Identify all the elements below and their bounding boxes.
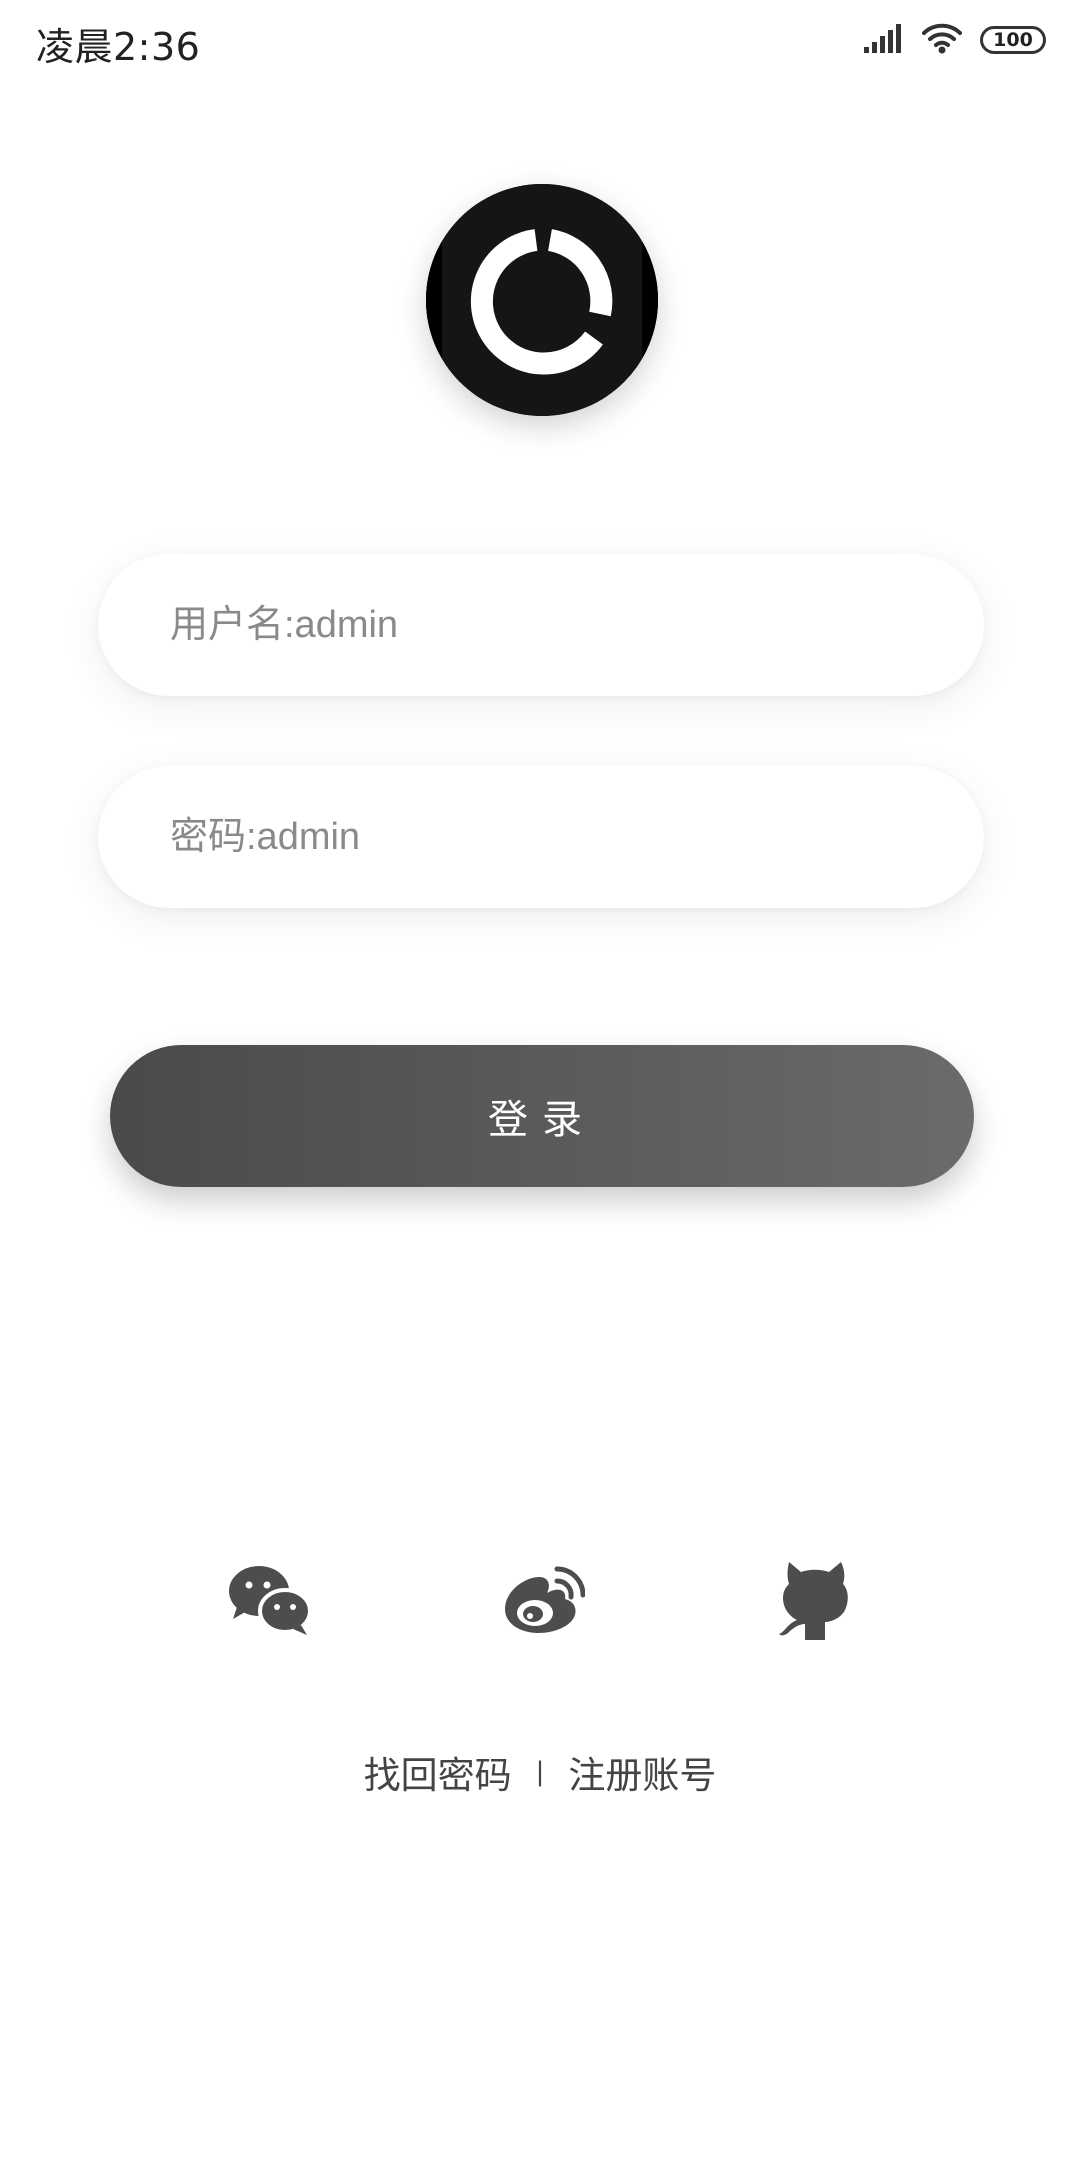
login-button[interactable]: 登录 — [110, 1045, 974, 1187]
login-screen: 凌晨2:36 100 用户名:admin 登录 找回密码 | 注册账号 — [0, 0, 1080, 2160]
wifi-icon — [922, 22, 962, 58]
username-field-container — [98, 554, 984, 696]
signal-icon — [864, 23, 904, 57]
password-input[interactable] — [170, 766, 930, 908]
status-icons: 100 — [864, 20, 1046, 60]
wechat-icon — [229, 1566, 311, 1635]
weibo-login-button[interactable] — [497, 1555, 587, 1645]
github-login-button[interactable] — [770, 1555, 860, 1645]
status-bar: 凌晨2:36 100 — [0, 0, 1080, 80]
username-input[interactable] — [170, 554, 930, 696]
wechat-login-button[interactable] — [224, 1555, 314, 1645]
weibo-icon — [505, 1566, 585, 1633]
status-time: 凌晨2:36 — [36, 25, 201, 69]
register-link[interactable]: 注册账号 — [568, 1745, 716, 1799]
github-icon — [779, 1562, 848, 1640]
app-logo — [426, 184, 658, 416]
password-field-container — [98, 766, 984, 908]
battery-icon: 100 — [980, 26, 1046, 54]
app-logo-ring-icon — [426, 184, 658, 416]
bottom-links: 找回密码 | 注册账号 — [0, 1745, 1080, 1799]
forgot-password-link[interactable]: 找回密码 — [364, 1745, 512, 1799]
link-separator: | — [535, 1757, 545, 1787]
